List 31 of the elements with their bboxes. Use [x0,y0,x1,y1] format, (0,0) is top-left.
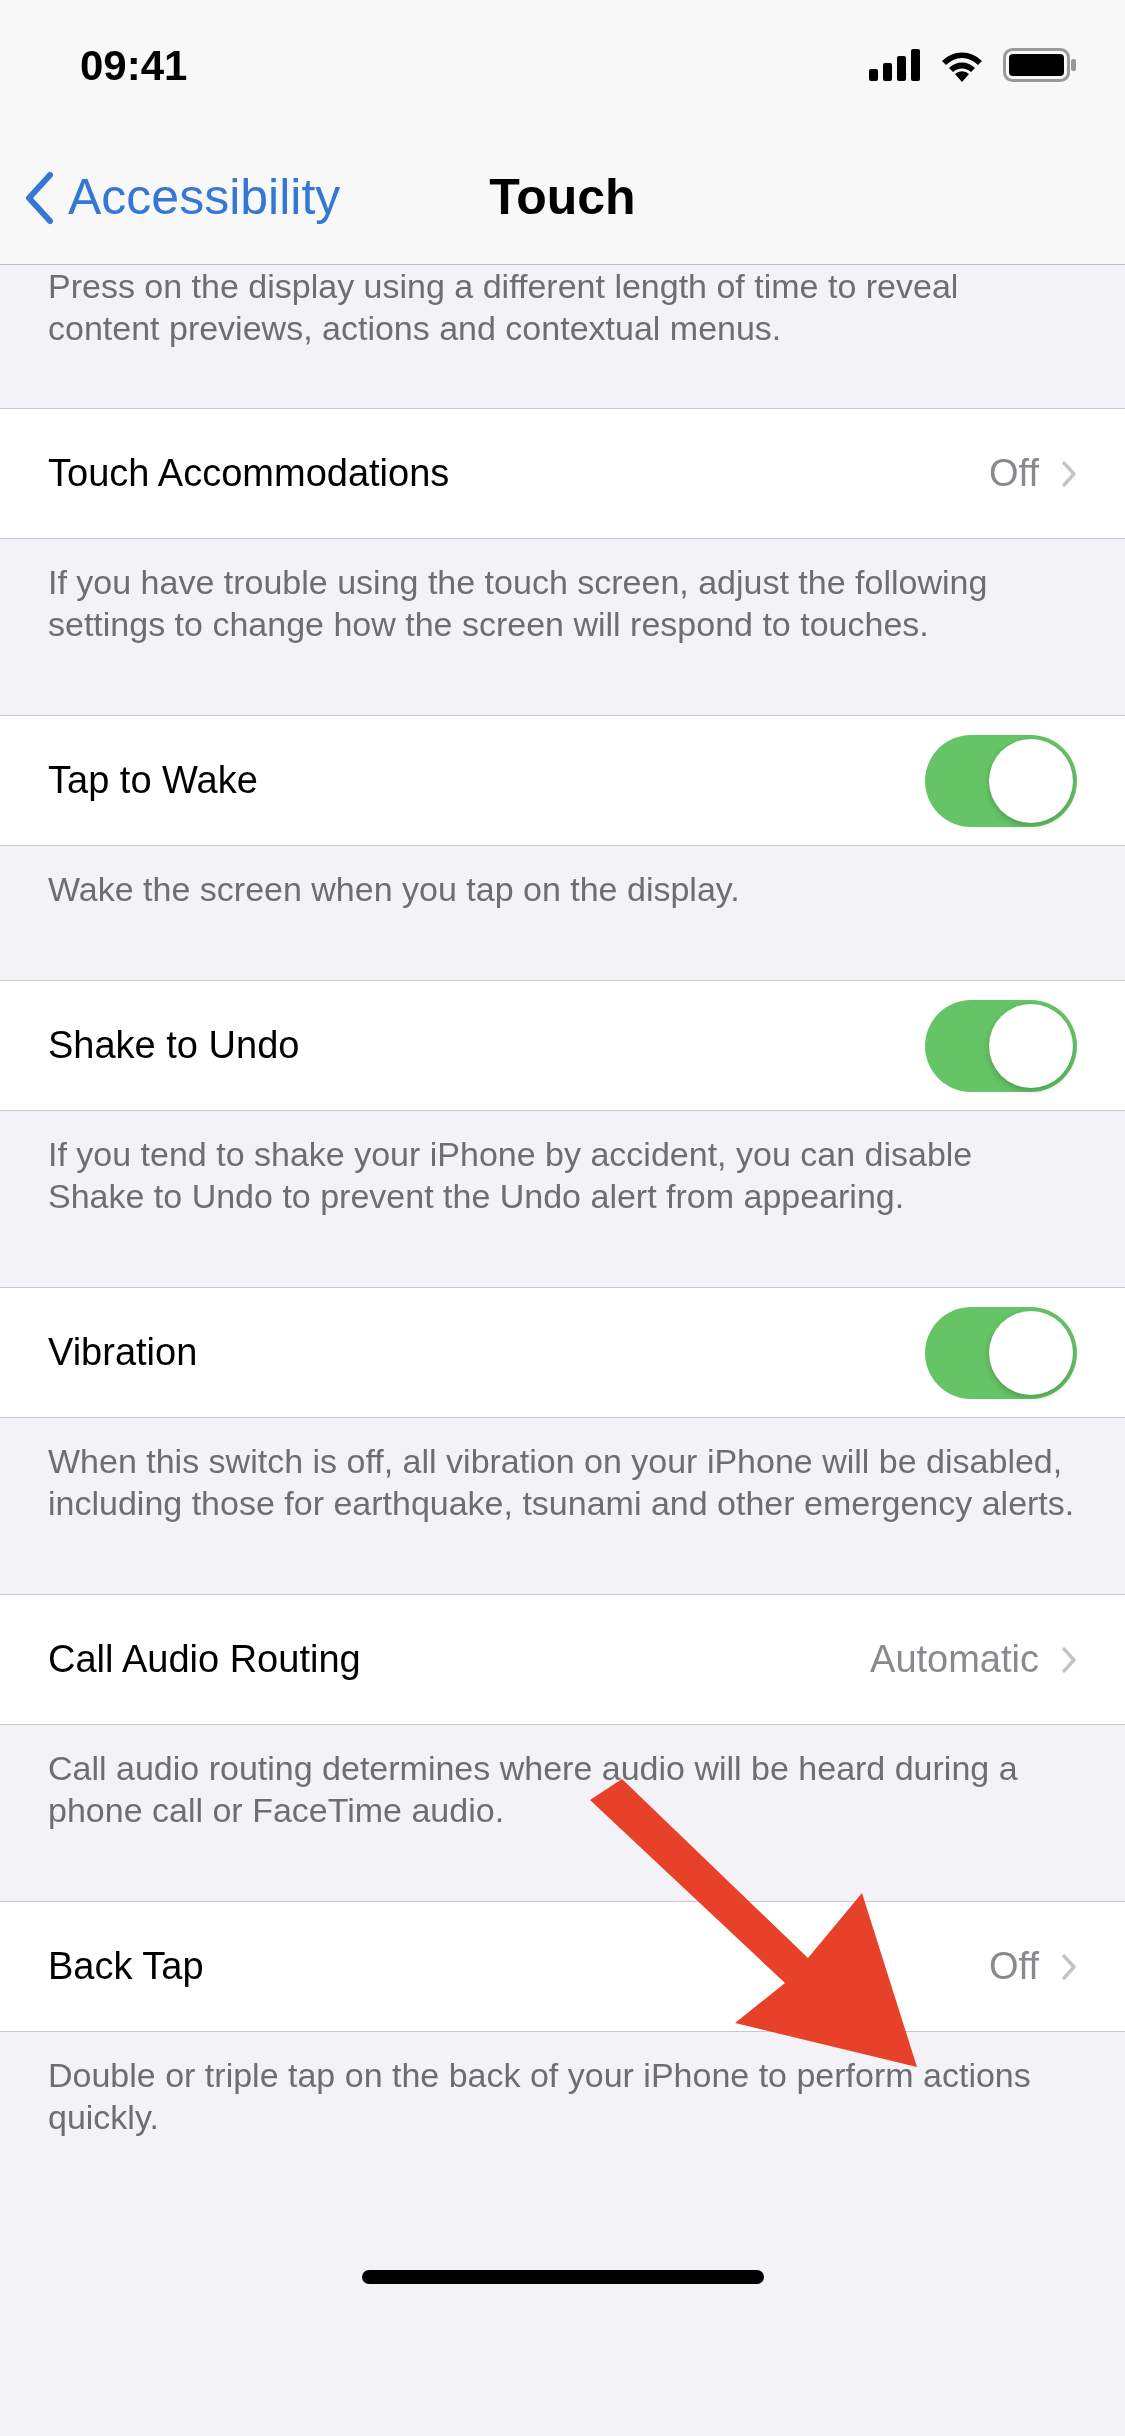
footer-note: Press on the display using a different length of time to reveal content previews, actions and contextual menus. [48,267,959,347]
settings-row[interactable]: Vibration [0,1287,1125,1418]
row-label: Touch Accommodations [48,452,450,494]
settings-row[interactable]: Call Audio Routing Automatic [0,1594,1125,1725]
row-label: Vibration [48,1331,198,1373]
chevron-icon [1061,459,1077,488]
settings-row[interactable]: Tap to Wake [0,715,1125,846]
row-value: Off [989,1944,1039,1989]
chevron-icon [1061,1952,1077,1981]
row-label: Shake to Undo [48,1024,300,1066]
settings-row[interactable]: Touch Accommodations Off [0,408,1125,539]
row-label: Tap to Wake [48,759,258,801]
battery-icon [1003,48,1077,82]
settings-row[interactable]: Shake to Undo [0,980,1125,1111]
footer-note: Double or triple tap on the back of your iPhone to perform actions quickly. [48,2056,1031,2136]
row-value: Automatic [870,1637,1039,1682]
row-value: Off [989,451,1039,496]
back-chevron-icon [24,170,54,225]
footer-note: Call audio routing determines where audio will be heard during a phone call or FaceTime audio. [48,1749,1018,1829]
footer-note: Wake the screen when you tap on the display. [48,870,740,908]
chevron-icon [1061,1645,1077,1674]
footer-note: If you tend to shake your iPhone by accident, you can disable Shake to Undo to prevent the Undo alert from appearing. [48,1135,973,1215]
row-label: Back Tap [48,1945,204,1987]
page-title: Touch [489,169,636,225]
settings-row[interactable]: Back Tap Off [0,1901,1125,2032]
footer-note: If you have trouble using the touch screen, adjust the following settings to change how the screen will respond to touches. [48,563,988,643]
clock: 09:41 [80,40,188,91]
back-button[interactable]: Accessibility [24,160,341,235]
signal-icon [869,49,921,81]
footer-note: When this switch is off, all vibration on your iPhone will be disabled, including those for earthquake, tsunami and other emergency alerts. [48,1442,1075,1522]
row-label: Call Audio Routing [48,1638,361,1680]
